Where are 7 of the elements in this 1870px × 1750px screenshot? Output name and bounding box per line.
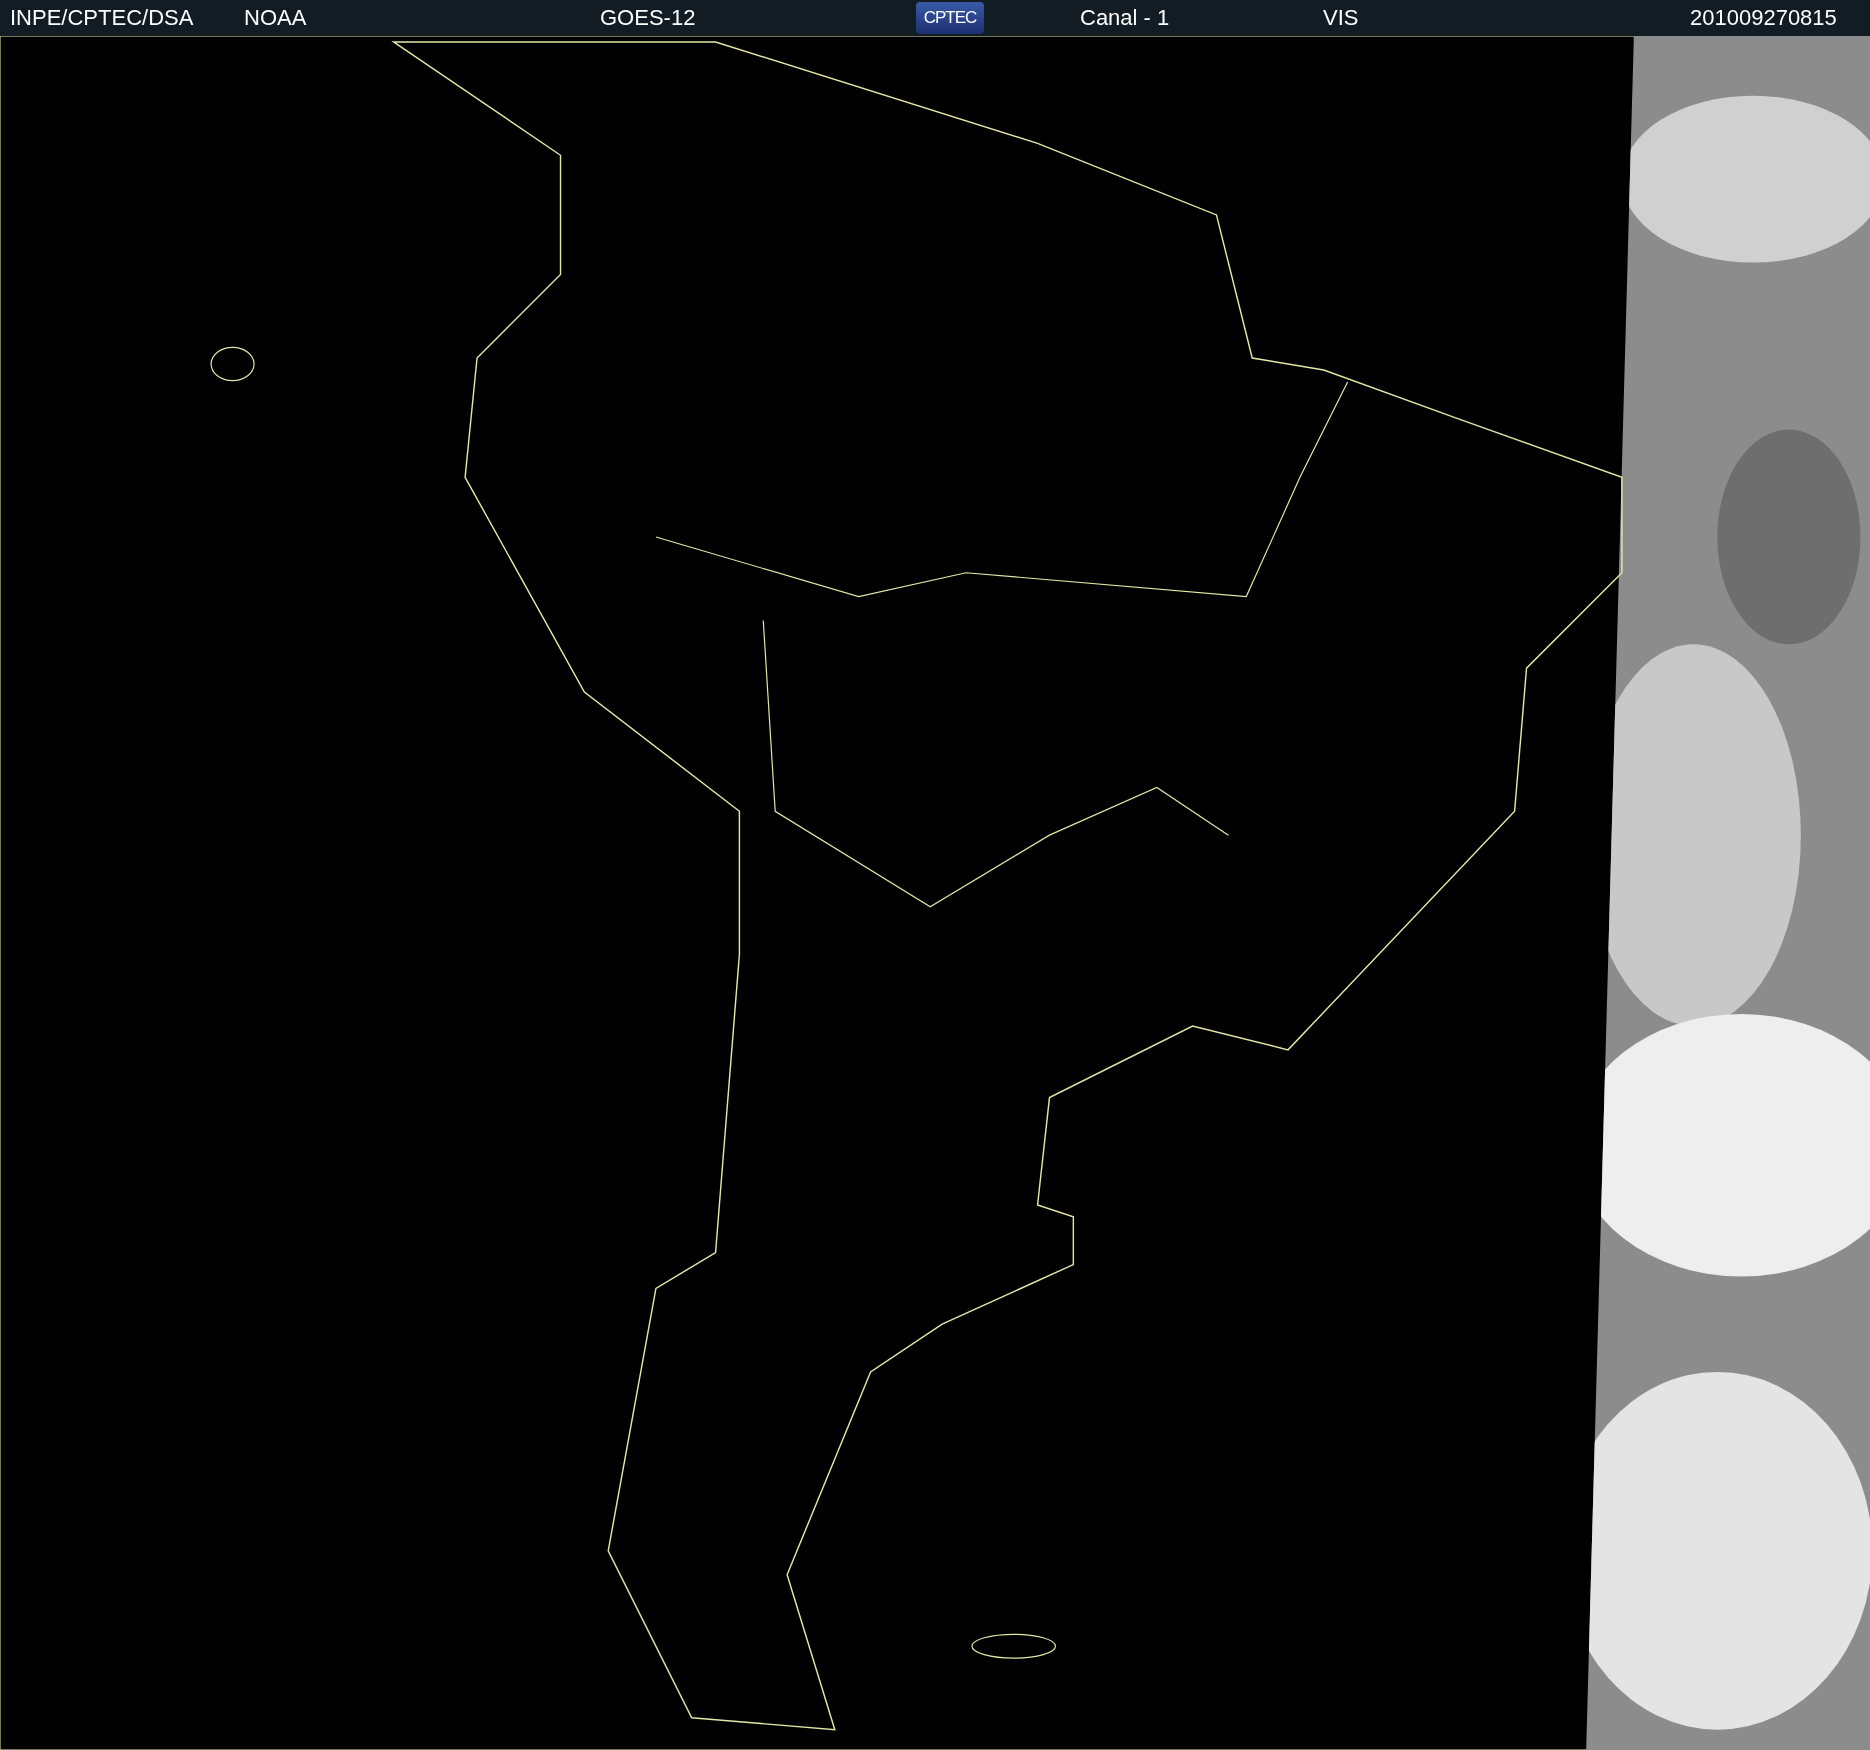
logo: CPTEC [916,2,984,34]
satellite-label: GOES-12 [600,5,697,31]
band-label: VIS [1323,5,1360,31]
channel-label: Canal - 1 [1080,5,1171,31]
source-label: NOAA [244,5,308,31]
timestamp-label: 201009270815 [1690,5,1837,31]
agency-label: INPE/CPTEC/DSA [10,5,195,31]
